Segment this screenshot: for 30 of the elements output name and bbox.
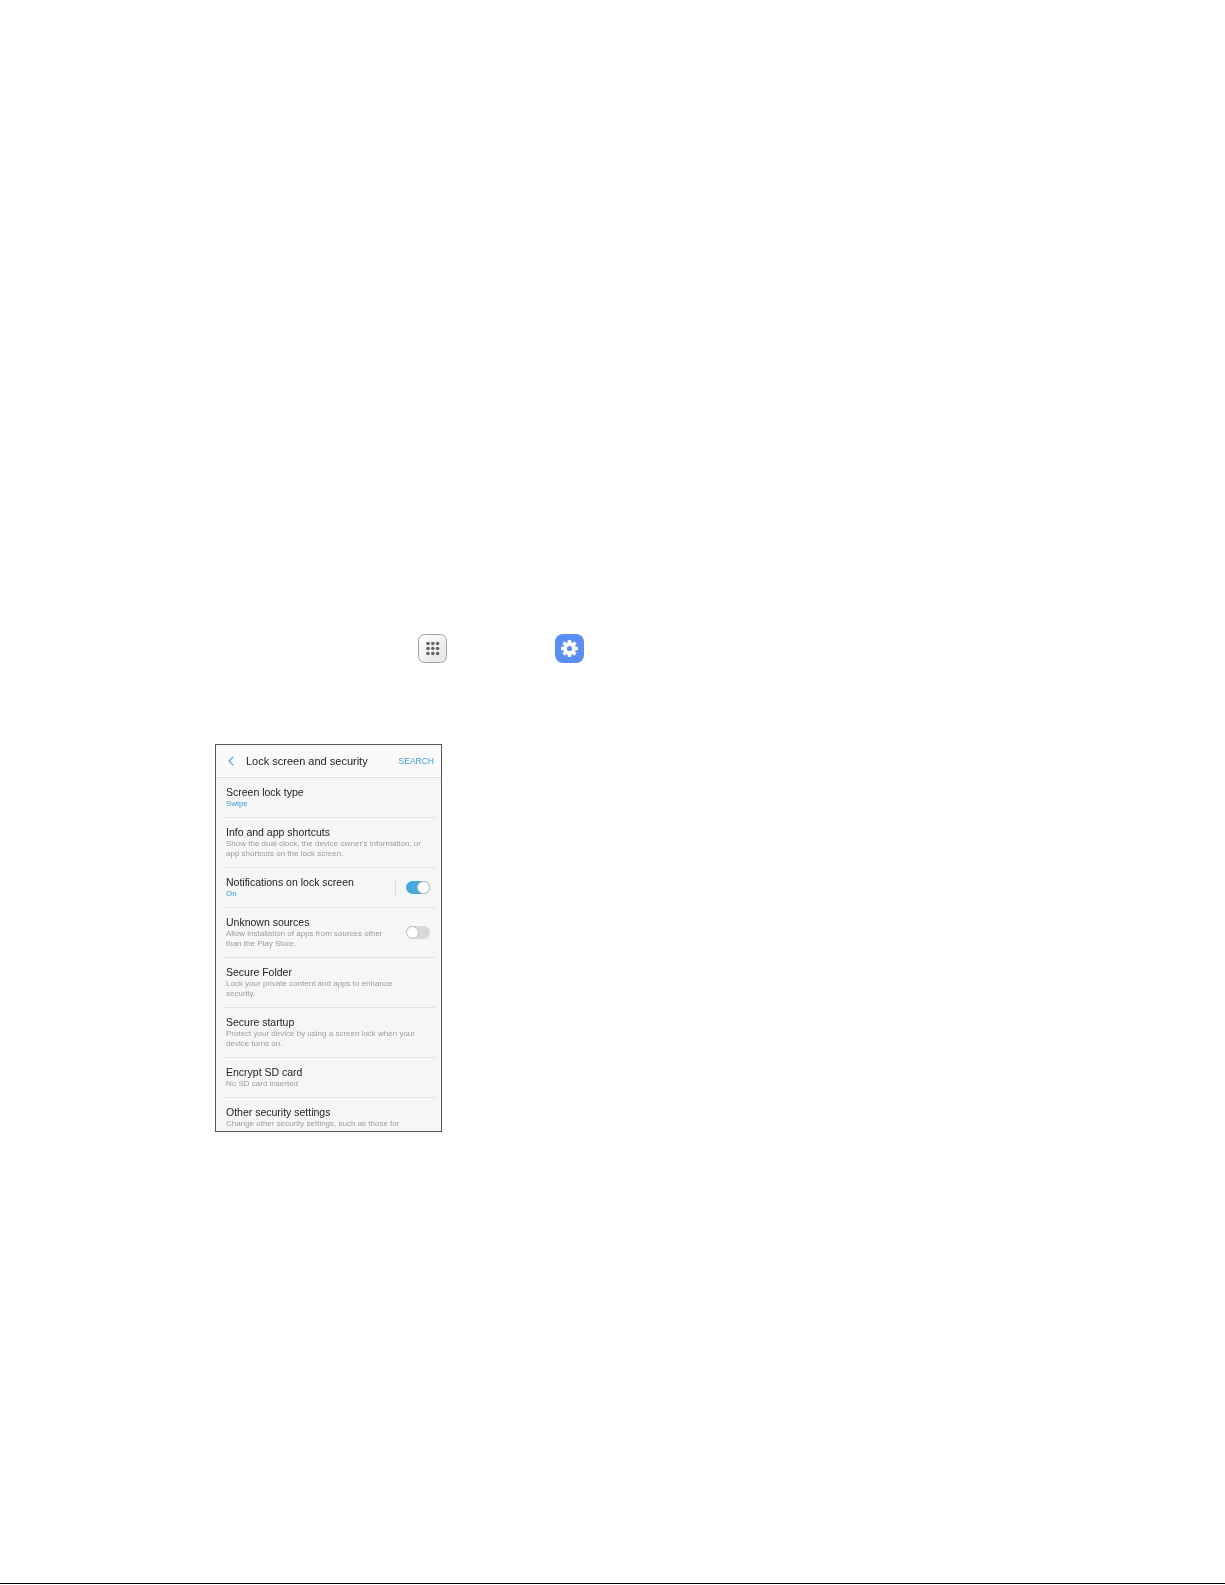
setting-title: Other security settings <box>226 1106 332 1119</box>
setting-title: Unknown sources <box>226 916 311 929</box>
setting-title: Screen lock type <box>226 786 305 799</box>
settings-list-item[interactable]: Unknown sources Allow installation of apps from sources other than the Play Store. <box>223 908 435 958</box>
settings-list-item[interactable]: Secure Folder Lock your private content and apps to enhance security. <box>223 958 435 1008</box>
apps-grid-icon <box>418 634 447 663</box>
settings-list-item[interactable]: Info and app shortcuts Show the dual clock, the device owner's information, or app shortcuts on the lock screen. <box>223 818 435 868</box>
setting-description: Show the dual clock, the device owner's information, or app shortcuts on the lock screen. <box>226 839 422 859</box>
back-icon[interactable] <box>228 756 234 766</box>
toggle-switch[interactable] <box>406 926 430 939</box>
setting-title: Secure startup <box>226 1016 296 1029</box>
settings-list-item[interactable]: Notifications on lock screen On <box>223 868 435 908</box>
settings-list-item[interactable]: Encrypt SD card No SD card inserted <box>223 1058 435 1098</box>
setting-value: On <box>226 889 238 899</box>
setting-description: Lock your private content and apps to enhance security. <box>226 979 394 999</box>
settings-list-item[interactable]: Screen lock type Swipe <box>223 778 435 818</box>
setting-value: Swipe <box>226 799 249 809</box>
setting-title: Info and app shortcuts <box>226 826 331 839</box>
settings-gear-icon <box>555 634 584 663</box>
toggle-switch[interactable] <box>406 881 430 894</box>
settings-list-item[interactable]: Secure startup Protect your device by using a screen lock when your device turns on. <box>223 1008 435 1058</box>
setting-description: No SD card inserted <box>226 1079 300 1089</box>
setting-description: Protect your device by using a screen lock when your device turns on. <box>226 1029 416 1049</box>
setting-title: Secure Folder <box>226 966 293 979</box>
setting-description: Allow installation of apps from sources other than the Play Store. <box>226 929 384 949</box>
setting-title: Notifications on lock screen <box>226 876 355 889</box>
screen-title: Lock screen and security <box>246 754 368 768</box>
setting-description: Change other security settings, such as those for <box>226 1119 401 1129</box>
setting-title: Encrypt SD card <box>226 1066 304 1079</box>
settings-list-item[interactable]: Other security settings Change other security settings, such as those for <box>223 1098 435 1131</box>
